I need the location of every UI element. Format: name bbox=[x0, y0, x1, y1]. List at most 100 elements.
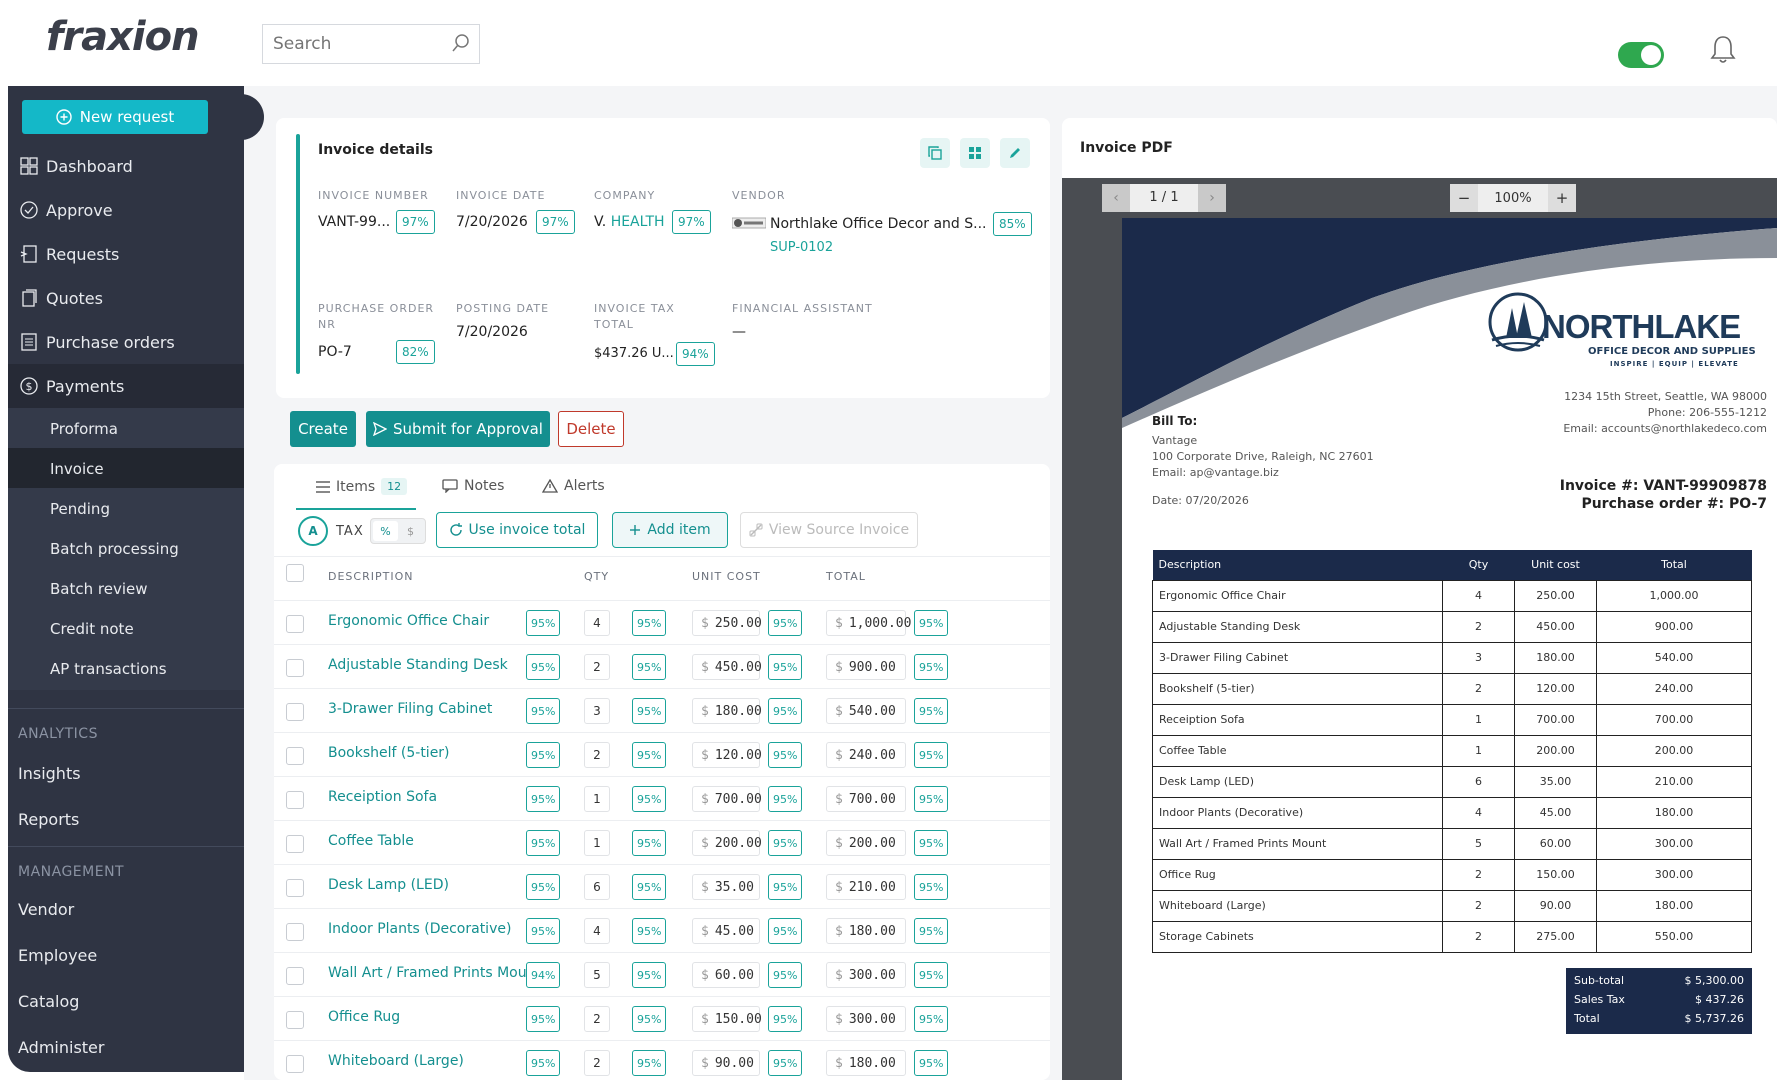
item-qty[interactable]: 2 bbox=[584, 654, 610, 680]
submit-for-approval-button[interactable]: Submit for Approval bbox=[366, 411, 550, 447]
grid-view-button[interactable] bbox=[960, 138, 990, 168]
new-request-button[interactable]: New request bbox=[22, 100, 208, 134]
item-total[interactable]: $900.00 bbox=[826, 654, 906, 680]
item-total[interactable]: $300.00 bbox=[826, 962, 906, 988]
item-unit-cost[interactable]: $450.00 bbox=[692, 654, 762, 680]
tax-mode-toggle[interactable]: % $ bbox=[370, 518, 426, 544]
use-invoice-total-button[interactable]: Use invoice total bbox=[436, 512, 598, 548]
item-unit-cost[interactable]: $150.00 bbox=[692, 1006, 762, 1032]
item-description[interactable]: Adjustable Standing Desk bbox=[328, 657, 508, 673]
tab-items[interactable]: Items 12 bbox=[316, 478, 408, 495]
view-source-invoice-button[interactable]: View Source Invoice bbox=[740, 512, 918, 548]
financial-assistant-value[interactable]: — bbox=[732, 324, 746, 340]
vendor-value[interactable]: Northlake Office Decor and S... bbox=[770, 216, 987, 232]
item-qty[interactable]: 5 bbox=[584, 962, 610, 988]
row-checkbox[interactable] bbox=[286, 879, 304, 897]
sidebar-subitem-batch-processing[interactable]: Batch processing bbox=[8, 528, 244, 570]
table-row[interactable]: Adjustable Standing Desk 95% 2 95% $450.00 95… bbox=[274, 644, 1050, 688]
item-total[interactable]: $200.00 bbox=[826, 830, 906, 856]
toggle-switch[interactable] bbox=[1618, 42, 1664, 68]
invoice-number-value[interactable]: VANT-99... bbox=[318, 214, 390, 230]
sidebar-item-catalog[interactable]: Catalog bbox=[18, 992, 79, 1011]
sidebar-item-reports[interactable]: Reports bbox=[18, 810, 79, 829]
pdf-viewer[interactable]: ‹ 1 / 1 › − 100% + NORTHLAKE OFFICE DECO… bbox=[1062, 178, 1777, 1080]
table-row[interactable]: Whiteboard (Large) 95% 2 95% $90.00 95% $180.0… bbox=[274, 1040, 1050, 1080]
item-qty[interactable]: 1 bbox=[584, 786, 610, 812]
delete-button[interactable]: Delete bbox=[558, 411, 624, 447]
item-description[interactable]: Bookshelf (5-tier) bbox=[328, 745, 450, 761]
row-checkbox[interactable] bbox=[286, 747, 304, 765]
item-description[interactable]: Wall Art / Framed Prints Mount bbox=[328, 965, 541, 981]
item-total[interactable]: $300.00 bbox=[826, 1006, 906, 1032]
item-qty[interactable]: 1 bbox=[584, 830, 610, 856]
edit-button[interactable] bbox=[1000, 138, 1030, 168]
zoom-out-button[interactable]: − bbox=[1450, 184, 1478, 212]
invoice-date-value[interactable]: 7/20/2026 bbox=[456, 214, 528, 230]
item-qty[interactable]: 3 bbox=[584, 698, 610, 724]
sidebar-item-dashboard[interactable]: Dashboard bbox=[8, 144, 244, 188]
sidebar-subitem-invoice[interactable]: Invoice bbox=[8, 448, 244, 490]
row-checkbox[interactable] bbox=[286, 659, 304, 677]
table-row[interactable]: 3-Drawer Filing Cabinet 95% 3 95% $180.00 95%… bbox=[274, 688, 1050, 732]
item-unit-cost[interactable]: $35.00 bbox=[692, 874, 760, 900]
item-unit-cost[interactable]: $120.00 bbox=[692, 742, 762, 768]
sidebar-subitem-batch-review[interactable]: Batch review bbox=[8, 568, 244, 610]
sidebar-subitem-proforma[interactable]: Proforma bbox=[8, 408, 244, 450]
table-row[interactable]: Desk Lamp (LED) 95% 6 95% $35.00 95% $210.00 95… bbox=[274, 864, 1050, 908]
sidebar-item-requests[interactable]: Requests bbox=[8, 232, 244, 276]
row-checkbox[interactable] bbox=[286, 1011, 304, 1029]
item-qty[interactable]: 2 bbox=[584, 1006, 610, 1032]
item-unit-cost[interactable]: $180.00 bbox=[692, 698, 762, 724]
row-checkbox[interactable] bbox=[286, 835, 304, 853]
item-description[interactable]: Whiteboard (Large) bbox=[328, 1053, 464, 1069]
row-checkbox[interactable] bbox=[286, 703, 304, 721]
next-page-button[interactable]: › bbox=[1198, 184, 1226, 212]
item-total[interactable]: $180.00 bbox=[826, 918, 906, 944]
sidebar-item-purchase-orders[interactable]: Purchase orders bbox=[8, 320, 244, 364]
search-icon[interactable] bbox=[451, 33, 471, 53]
item-total[interactable]: $1,000.00 bbox=[826, 610, 911, 636]
item-total[interactable]: $210.00 bbox=[826, 874, 906, 900]
auto-badge[interactable]: A bbox=[298, 516, 328, 546]
sidebar-subitem-credit-note[interactable]: Credit note bbox=[8, 608, 244, 650]
sidebar-item-approve[interactable]: Approve bbox=[8, 188, 244, 232]
table-row[interactable]: Receiption Sofa 95% 1 95% $700.00 95% $700.00 9… bbox=[274, 776, 1050, 820]
row-checkbox[interactable] bbox=[286, 967, 304, 985]
tab-notes[interactable]: Notes bbox=[442, 478, 504, 494]
invoice-tax-value[interactable]: $437.26 U... bbox=[594, 346, 674, 361]
item-unit-cost[interactable]: $60.00 bbox=[692, 962, 760, 988]
sidebar-item-administer[interactable]: Administer bbox=[18, 1038, 104, 1057]
item-total[interactable]: $240.00 bbox=[826, 742, 906, 768]
company-value[interactable]: V. HEALTH bbox=[594, 214, 665, 230]
select-all-checkbox[interactable] bbox=[286, 564, 304, 582]
create-button[interactable]: Create bbox=[290, 411, 356, 447]
sidebar-subitem-ap-transactions[interactable]: AP transactions bbox=[8, 648, 244, 690]
item-description[interactable]: Desk Lamp (LED) bbox=[328, 877, 449, 893]
item-description[interactable]: 3-Drawer Filing Cabinet bbox=[328, 701, 492, 717]
item-total[interactable]: $180.00 bbox=[826, 1050, 906, 1076]
item-qty[interactable]: 4 bbox=[584, 918, 610, 944]
bell-icon[interactable] bbox=[1710, 34, 1736, 64]
sidebar-item-vendor[interactable]: Vendor bbox=[18, 900, 74, 919]
table-row[interactable]: Wall Art / Framed Prints Mount 94% 5 95% $60… bbox=[274, 952, 1050, 996]
item-unit-cost[interactable]: $45.00 bbox=[692, 918, 760, 944]
item-unit-cost[interactable]: $700.00 bbox=[692, 786, 762, 812]
table-row[interactable]: Bookshelf (5-tier) 95% 2 95% $120.00 95% $240.… bbox=[274, 732, 1050, 776]
search-box[interactable] bbox=[262, 24, 480, 64]
item-description[interactable]: Coffee Table bbox=[328, 833, 414, 849]
sidebar-item-quotes[interactable]: Quotes bbox=[8, 276, 244, 320]
tax-dollar-option[interactable]: $ bbox=[398, 521, 423, 541]
item-qty[interactable]: 2 bbox=[584, 742, 610, 768]
sidebar-item-employee[interactable]: Employee bbox=[18, 946, 97, 965]
table-row[interactable]: Coffee Table 95% 1 95% $200.00 95% $200.00 95% bbox=[274, 820, 1050, 864]
posting-date-value[interactable]: 7/20/2026 bbox=[456, 324, 528, 340]
sidebar-item-insights[interactable]: Insights bbox=[18, 764, 81, 783]
row-checkbox[interactable] bbox=[286, 791, 304, 809]
company-name[interactable]: HEALTH bbox=[611, 214, 665, 230]
item-description[interactable]: Office Rug bbox=[328, 1009, 400, 1025]
item-qty[interactable]: 4 bbox=[584, 610, 610, 636]
item-qty[interactable]: 2 bbox=[584, 1050, 610, 1076]
item-qty[interactable]: 6 bbox=[584, 874, 610, 900]
vendor-code[interactable]: SUP-0102 bbox=[770, 240, 833, 255]
item-unit-cost[interactable]: $200.00 bbox=[692, 830, 762, 856]
